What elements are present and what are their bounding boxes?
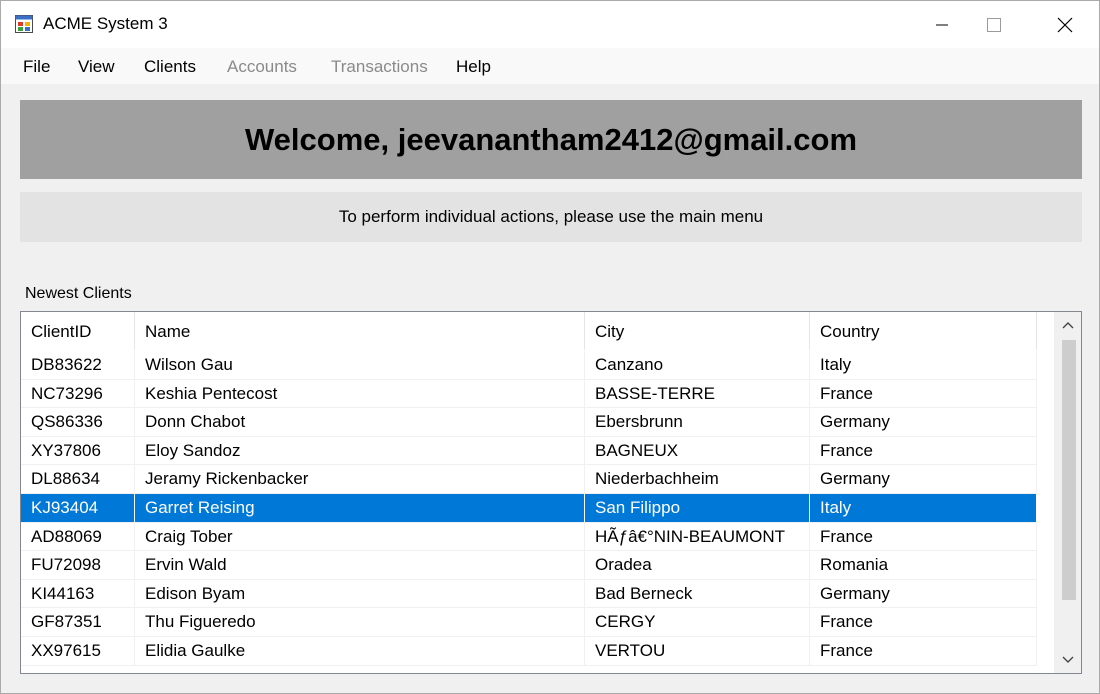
cell-city: CERGY [585, 608, 810, 637]
window-title: ACME System 3 [43, 14, 168, 33]
minimize-button[interactable] [919, 1, 965, 48]
welcome-banner: Welcome, jeevanantham2412@gmail.com [20, 100, 1082, 179]
cell-name: Craig Tober [135, 522, 585, 551]
cell-name: Garret Reising [135, 493, 585, 522]
cell-country: Romania [810, 551, 1037, 580]
table-row[interactable]: DB83622 Wilson Gau Canzano Italy [21, 351, 1037, 380]
table-row[interactable]: DL88634 Jeramy Rickenbacker Niederbachheim… [21, 465, 1037, 494]
table-row[interactable]: XY37806 Eloy Sandoz BAGNEUX France [21, 436, 1037, 466]
menu-bar: File View Clients Accounts Transactions … [1, 48, 1099, 84]
cell-country: Germany [810, 579, 1037, 608]
cell-clientid: KJ93404 [21, 493, 135, 522]
table-row[interactable]: KJ93404 Garret Reising San Filippo Italy [21, 493, 1037, 523]
cell-city: BAGNEUX [585, 436, 810, 465]
cell-country: France [810, 522, 1037, 551]
cell-clientid: KI44163 [21, 579, 135, 608]
cell-city: Ebersbrunn [585, 408, 810, 437]
menu-transactions[interactable]: Transactions [331, 57, 428, 77]
cell-city: Canzano [585, 351, 810, 379]
clients-list-header: ClientID Name City Country [21, 312, 1037, 350]
welcome-text: Welcome, jeevanantham2412@gmail.com [244, 121, 858, 157]
cell-city: VERTOU [585, 636, 810, 665]
maximize-button[interactable] [971, 1, 1017, 48]
cell-clientid: XY37806 [21, 436, 135, 465]
table-row[interactable]: KI44163 Edison Byam Bad Berneck Germany [21, 579, 1037, 609]
info-text: To perform individual actions, please us… [338, 207, 764, 226]
cell-city: San Filippo [585, 493, 810, 522]
scrollbar-thumb[interactable] [1062, 340, 1076, 600]
menu-accounts[interactable]: Accounts [227, 57, 297, 77]
cell-name: Eloy Sandoz [135, 436, 585, 465]
minimize-icon [936, 24, 948, 25]
info-panel: To perform individual actions, please us… [20, 192, 1082, 242]
chevron-up-icon [1062, 322, 1073, 329]
cell-clientid: XX97615 [21, 636, 135, 665]
cell-city: Niederbachheim [585, 465, 810, 494]
cell-city: BASSE-TERRE [585, 379, 810, 408]
cell-name: Wilson Gau [135, 351, 585, 379]
clients-list-rows: DB83622 Wilson Gau Canzano Italy NC73296 Kesh… [21, 351, 1037, 666]
cell-name: Keshia Pentecost [135, 379, 585, 408]
scroll-down-button[interactable] [1054, 647, 1081, 673]
cell-country: Italy [810, 493, 1037, 522]
column-header-city[interactable]: City [585, 312, 810, 350]
cell-city: HÃƒâ€°NIN-BEAUMONT [585, 522, 810, 551]
vertical-scrollbar[interactable] [1054, 312, 1081, 673]
scroll-up-button[interactable] [1054, 312, 1081, 338]
menu-file[interactable]: File [23, 57, 50, 77]
table-row[interactable]: FU72098 Ervin Wald Oradea Romania [21, 551, 1037, 580]
cell-country: France [810, 636, 1037, 665]
cell-clientid: DB83622 [21, 351, 135, 379]
close-button[interactable] [1042, 1, 1088, 48]
cell-clientid: NC73296 [21, 379, 135, 408]
cell-clientid: AD88069 [21, 522, 135, 551]
column-header-clientid[interactable]: ClientID [21, 312, 135, 350]
cell-country: France [810, 608, 1037, 637]
cell-city: Bad Berneck [585, 579, 810, 608]
table-row[interactable]: NC73296 Keshia Pentecost BASSE-TERRE France [21, 379, 1037, 409]
clients-list[interactable]: ClientID Name City Country DB83622 Wilson… [20, 311, 1082, 674]
cell-name: Jeramy Rickenbacker [135, 465, 585, 494]
table-row[interactable]: AD88069 Craig Tober HÃƒâ€°NIN-BEAUMONT Fran… [21, 522, 1037, 552]
menu-help[interactable]: Help [456, 57, 491, 77]
table-row[interactable]: GF87351 Thu Figueredo CERGY France [21, 608, 1037, 637]
maximize-icon [987, 17, 1001, 32]
cell-city: Oradea [585, 551, 810, 580]
cell-clientid: QS86336 [21, 408, 135, 437]
column-header-name[interactable]: Name [135, 312, 585, 350]
cell-name: Elidia Gaulke [135, 636, 585, 665]
cell-name: Donn Chabot [135, 408, 585, 437]
app-window-icon [15, 15, 33, 33]
newest-clients-label: Newest Clients [25, 285, 132, 302]
cell-name: Edison Byam [135, 579, 585, 608]
table-row[interactable]: QS86336 Donn Chabot Ebersbrunn Germany [21, 408, 1037, 437]
cell-clientid: GF87351 [21, 608, 135, 637]
menu-clients[interactable]: Clients [144, 57, 196, 77]
cell-country: France [810, 379, 1037, 408]
column-header-country[interactable]: Country [810, 312, 1037, 350]
chevron-down-icon [1062, 656, 1073, 663]
cell-clientid: FU72098 [21, 551, 135, 580]
menu-view[interactable]: View [78, 57, 115, 77]
cell-country: France [810, 436, 1037, 465]
cell-clientid: DL88634 [21, 465, 135, 494]
table-row[interactable]: XX97615 Elidia Gaulke VERTOU France [21, 636, 1037, 666]
cell-name: Thu Figueredo [135, 608, 585, 637]
cell-country: Italy [810, 351, 1037, 379]
cell-name: Ervin Wald [135, 551, 585, 580]
title-bar[interactable]: ACME System 3 [1, 1, 1099, 48]
cell-country: Germany [810, 465, 1037, 494]
close-icon [1057, 17, 1073, 32]
cell-country: Germany [810, 408, 1037, 437]
